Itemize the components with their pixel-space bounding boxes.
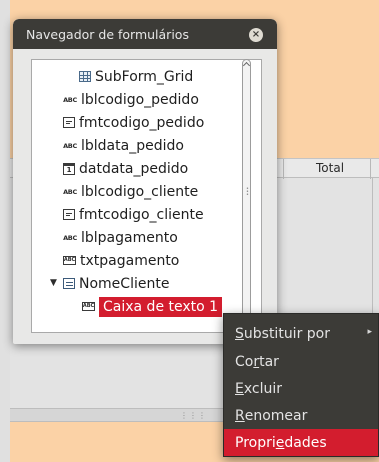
menu-item-label-post: enomear bbox=[244, 407, 308, 424]
menu-item-excluir[interactable]: Excluir bbox=[224, 375, 378, 402]
label-abc-icon: ABC bbox=[63, 141, 77, 150]
tree-item-lblpagamento[interactable]: ABC lblpagamento bbox=[63, 226, 178, 249]
tree-item-caixa-de-texto-1[interactable]: ABC Caixa de texto 1 bbox=[82, 295, 223, 318]
tree-item-datdata-pedido[interactable]: 1 datdata_pedido bbox=[63, 157, 188, 180]
menu-item-label-post: dades bbox=[284, 434, 327, 451]
menu-item-label-post: tar bbox=[259, 353, 279, 370]
close-icon: × bbox=[251, 29, 261, 40]
tree-item-label: lblcodigo_pedido bbox=[81, 91, 199, 108]
menu-item-label-post: ubstituir por bbox=[243, 325, 330, 342]
column-separator bbox=[283, 159, 284, 179]
tree-item-subform-grid[interactable]: SubForm_Grid bbox=[79, 65, 193, 88]
tree-item-label: fmtcodigo_cliente bbox=[79, 206, 204, 223]
form-navigator-window: Navegador de formulários × SubForm_Grid … bbox=[13, 19, 277, 344]
context-menu: Substituir por ▸ Co r tar Excluir Renomear… bbox=[223, 313, 379, 457]
titlebar[interactable]: Navegador de formulários × bbox=[13, 19, 277, 49]
tree-item-label: datdata_pedido bbox=[79, 160, 189, 177]
label-abc-icon: ABC bbox=[63, 233, 77, 242]
menu-item-mnemonic: S bbox=[235, 325, 244, 342]
left-ruler bbox=[0, 0, 10, 462]
window-title: Navegador de formulários bbox=[26, 27, 189, 42]
tree-item-lblcodigo-cliente[interactable]: ABC lblcodigo_cliente bbox=[63, 180, 198, 203]
scrollbar-grip-icon: ⋮⋮⋮ bbox=[180, 411, 207, 420]
column-header-total[interactable]: Total bbox=[316, 161, 344, 175]
table-grid-icon bbox=[79, 71, 91, 82]
formatted-field-icon bbox=[63, 117, 75, 128]
tree-item-label: lblpagamento bbox=[81, 229, 178, 246]
scroll-up-icon bbox=[242, 61, 251, 70]
scrollbar-thumb[interactable]: • • • bbox=[242, 59, 251, 321]
menu-item-label-post: xcluir bbox=[243, 380, 283, 397]
expand-arrow-icon[interactable]: ▼ bbox=[50, 278, 57, 288]
tree-item-label: lbldata_pedido bbox=[81, 137, 184, 154]
tree-item-label: fmtcodigo_pedido bbox=[79, 114, 205, 131]
tree-item-txtpagamento[interactable]: ABC txtpagamento bbox=[63, 249, 179, 272]
menu-item-substituir-por[interactable]: Substituir por ▸ bbox=[224, 320, 378, 347]
text-field-icon: ABC bbox=[63, 256, 76, 265]
date-field-icon: 1 bbox=[63, 162, 75, 175]
tree-item-label: lblcodigo_cliente bbox=[81, 183, 199, 200]
label-abc-icon: ABC bbox=[63, 187, 77, 196]
menu-item-renomear[interactable]: Renomear bbox=[224, 402, 378, 429]
vertical-scrollbar[interactable]: • • • bbox=[242, 59, 251, 333]
label-abc-icon: ABC bbox=[63, 95, 77, 104]
tree-item-lbldata-pedido[interactable]: ABC lbldata_pedido bbox=[63, 134, 184, 157]
menu-item-label-pre: Co bbox=[235, 353, 254, 370]
navigator-tree[interactable]: SubForm_Grid ABC lblcodigo_pedido fmtcod… bbox=[31, 59, 262, 333]
tree-item-fmtcodigo-pedido[interactable]: fmtcodigo_pedido bbox=[63, 111, 204, 134]
form-icon bbox=[63, 278, 75, 289]
tree-item-lblcodigo-pedido[interactable]: ABC lblcodigo_pedido bbox=[63, 88, 199, 111]
submenu-arrow-icon: ▸ bbox=[367, 327, 372, 337]
menu-item-mnemonic: E bbox=[235, 380, 244, 397]
menu-item-mnemonic: e bbox=[275, 434, 285, 451]
close-button[interactable]: × bbox=[249, 28, 263, 42]
menu-item-mnemonic: R bbox=[235, 407, 245, 424]
tree-item-nomecliente[interactable]: NomeCliente bbox=[63, 272, 169, 295]
formatted-field-icon bbox=[63, 209, 75, 220]
scrollbar-grip-icon: • • • bbox=[246, 186, 249, 198]
tree-item-fmtcodigo-cliente[interactable]: fmtcodigo_cliente bbox=[63, 203, 204, 226]
tree-item-label: SubForm_Grid bbox=[95, 68, 194, 85]
menu-item-label-pre: Propri bbox=[235, 434, 276, 451]
menu-item-propriedades[interactable]: Propri e dades bbox=[224, 429, 378, 456]
tree-item-label: Caixa de texto 1 bbox=[99, 296, 223, 317]
tree-item-label: NomeCliente bbox=[79, 275, 170, 292]
menu-item-cortar[interactable]: Co r tar bbox=[224, 348, 378, 375]
text-field-icon: ABC bbox=[82, 302, 95, 311]
tree-item-label: txtpagamento bbox=[80, 252, 180, 269]
column-separator bbox=[370, 159, 371, 179]
